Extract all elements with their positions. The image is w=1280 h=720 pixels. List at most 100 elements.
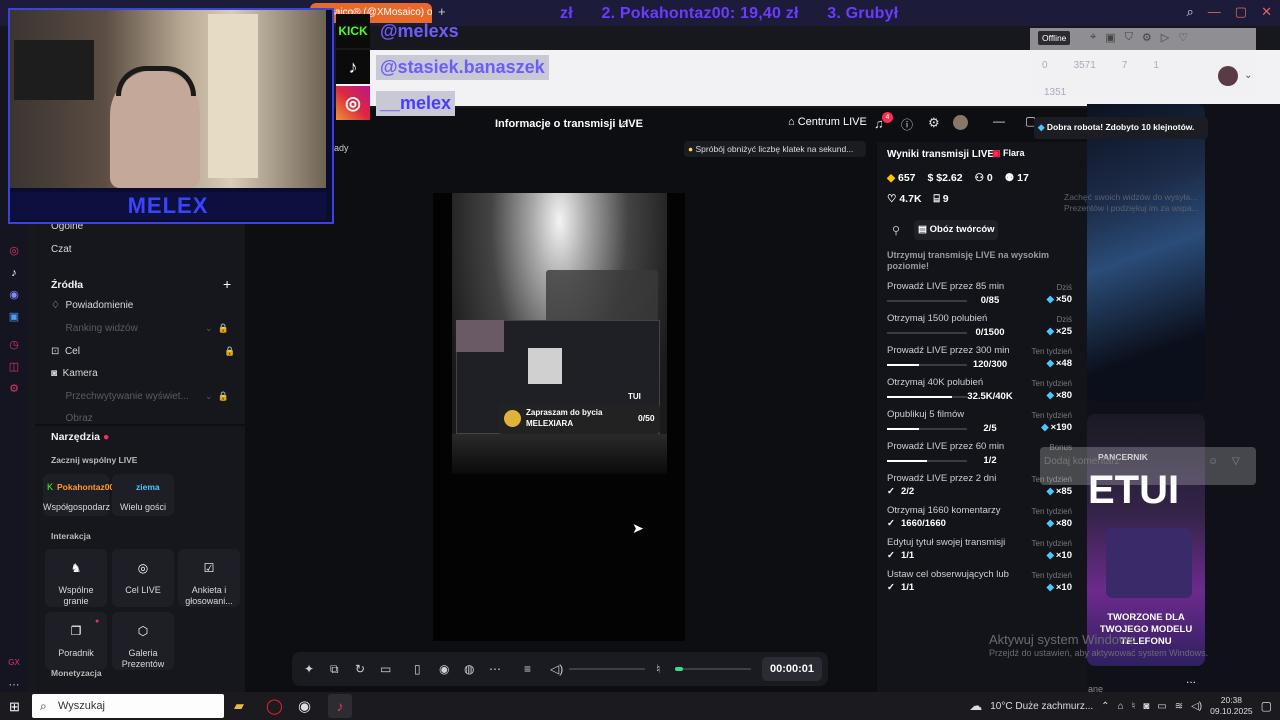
profile-add-icon[interactable]: ⚲ — [892, 224, 900, 237]
weather-text[interactable]: 10°C Duże zachmurz... — [990, 701, 1093, 712]
live-goal-button[interactable]: ◎ Cel LIVE — [112, 549, 174, 607]
task-progress: 32.5K/40K — [967, 391, 1013, 402]
share-icon[interactable]: ⇗ — [618, 117, 628, 131]
notifications-icon[interactable]: ▢ — [1261, 699, 1272, 713]
kick-icon: K — [47, 482, 54, 492]
lock-icon: ⌄ 🔒 — [205, 391, 229, 401]
preview-goal-card: Zapraszam do bycia MELEXIARA 0/50 — [498, 404, 660, 434]
record-icon[interactable]: ◉ — [439, 662, 449, 676]
settings-icon[interactable]: ⚙ — [7, 382, 21, 396]
tiktok-studio-taskbar-icon[interactable]: ♪ — [328, 694, 352, 718]
monitor-icon[interactable]: ▭ — [1157, 701, 1166, 712]
more-icon[interactable]: ⋯ — [7, 678, 21, 692]
tiktok-icon[interactable]: ♪ — [7, 266, 21, 280]
instagram-icon[interactable]: ◎ — [7, 244, 21, 258]
discord-icon[interactable]: ◉ — [7, 288, 21, 302]
mic-slider[interactable] — [675, 667, 751, 671]
source-item[interactable]: ♢ Powiadomienie — [51, 300, 133, 311]
add-source-icon[interactable]: + — [223, 276, 231, 292]
volume-icon[interactable]: ◁) — [1191, 701, 1202, 712]
microphone-icon[interactable]: ♮ — [1132, 701, 1136, 712]
effects-icon[interactable]: ✦ — [304, 662, 314, 676]
task-progress: 1/2 — [983, 455, 997, 466]
target-icon: ⊡ — [51, 346, 60, 357]
history-icon[interactable]: ◷ — [7, 338, 21, 352]
search-icon[interactable]: ⌕ — [1187, 4, 1194, 20]
chevron-down-icon[interactable]: ⌄ — [1244, 70, 1252, 81]
clock-time: 20:38 — [1220, 695, 1243, 705]
guide-button[interactable]: ❐ ● Poradnik — [45, 612, 107, 670]
creator-camp-button[interactable]: ▤ Obóz twórców — [914, 220, 998, 240]
more-icon[interactable]: ⋯ — [489, 662, 501, 676]
source-item[interactable]: ♢ Przechwytywanie wyświet... — [51, 391, 189, 402]
windows-start-icon[interactable]: ⊞ — [9, 699, 20, 715]
maximize-icon[interactable]: ▢ — [1235, 4, 1247, 20]
network-icon[interactable]: ⌂ — [1118, 701, 1124, 712]
heart-icon[interactable]: ♡ — [1178, 31, 1188, 44]
source-item[interactable]: ⊡ Cel — [51, 346, 80, 357]
kick-handle: @melexs — [380, 20, 459, 41]
multi-guest-button[interactable]: ziema Wielu gości — [112, 474, 174, 516]
send-icon[interactable]: ▽ — [1232, 456, 1240, 467]
check-icon: ✓ — [887, 518, 895, 529]
settings-icon[interactable]: ⚙ — [928, 115, 940, 131]
stat-likes: ♡ 4.7K — [887, 193, 922, 205]
task-reward-value: ×190 — [1050, 422, 1072, 433]
clock[interactable]: 20:38 09.10.2025 — [1210, 695, 1253, 717]
gem-icon: ◆ — [1041, 422, 1049, 433]
app-icon[interactable]: ▣ — [7, 310, 21, 324]
mixer-icon[interactable]: ≡ — [524, 662, 531, 676]
taskbar-search[interactable]: Wyszukaj — [32, 694, 224, 718]
volume-icon[interactable]: ◁) — [550, 662, 563, 676]
tab-icon[interactable]: ▣ — [1105, 31, 1115, 44]
box-icon[interactable]: ◫ — [7, 360, 21, 374]
obs-icon[interactable]: ◉ — [298, 697, 311, 715]
activate-windows-subtitle: Przejdź do ustawień, aby aktywować syste… — [989, 648, 1209, 658]
source-label: Cel — [64, 346, 80, 357]
flare-badge[interactable]: ▣ Flara — [989, 147, 1028, 161]
source-item[interactable]: ◙ Kamera — [51, 368, 98, 379]
sidebar-item-chat[interactable]: Czat — [51, 244, 72, 255]
minimize-icon[interactable]: — — [993, 114, 1005, 128]
phone-icon[interactable]: ▯ — [414, 662, 421, 676]
camera-flip-icon[interactable]: ◍ — [464, 662, 474, 676]
wifi-icon[interactable]: ≋ — [1175, 701, 1183, 712]
volume-slider[interactable] — [569, 668, 645, 670]
chevron-up-icon[interactable]: ⌃ — [1101, 701, 1109, 712]
joint-play-button[interactable]: ♞ Wspólne granie — [45, 549, 107, 607]
task-progress-bar — [887, 396, 967, 398]
shield-icon[interactable]: ⛉ — [1125, 31, 1133, 44]
emoji-icon[interactable]: ☺ — [1208, 456, 1218, 467]
more-icon[interactable]: ... — [1186, 672, 1196, 686]
play-icon[interactable]: ▷ — [1161, 31, 1169, 44]
live-center-button[interactable]: ⌂ Centrum LIVE — [788, 116, 867, 128]
source-item[interactable]: ♢ Ranking widzów — [51, 323, 138, 334]
layout-icon[interactable]: ⧉ — [330, 662, 339, 677]
task-reward: ◆ ×80 — [1030, 390, 1072, 401]
offline-badge: Offline — [1038, 31, 1071, 45]
gx-icon[interactable]: GX — [7, 656, 21, 670]
close-icon[interactable]: ✕ — [1261, 4, 1272, 20]
replay-icon[interactable]: ↻ — [355, 662, 365, 676]
gift-gallery-button[interactable]: ⬡ Galeria Prezentów — [112, 612, 174, 670]
gear-icon[interactable]: ⚙ — [1142, 31, 1152, 44]
task-progress-fill — [887, 428, 919, 430]
donation-ticker: zł 2. Pokahontaz00: 19,40 zł 3. Grubył — [560, 5, 922, 23]
pin-icon[interactable]: ⌖ — [1090, 31, 1096, 44]
microphone-icon[interactable]: ♮ — [656, 662, 660, 676]
source-item[interactable]: ♢ Obraz — [51, 413, 93, 423]
help-icon[interactable]: ⓘ — [901, 116, 913, 133]
faded-stats: 0 3571 7 1 — [1042, 60, 1159, 71]
opera-icon[interactable]: ◯ — [266, 697, 283, 715]
avatar[interactable] — [953, 115, 968, 130]
poll-button[interactable]: ☑ Ankieta i głosowani... — [178, 549, 240, 607]
cohost-button[interactable]: K Pokahontaz00 Współgospodarz — [43, 474, 114, 516]
clip-icon[interactable]: ▭ — [380, 662, 391, 676]
avatar[interactable] — [1218, 66, 1238, 86]
task-reward-value: ×50 — [1055, 294, 1072, 305]
task-progress: 2/5 — [983, 423, 997, 434]
minimize-icon[interactable]: — — [1208, 4, 1221, 20]
keep-heading: Utrzymuj transmisję LIVE na wysokim pozi… — [887, 250, 1050, 271]
file-explorer-icon[interactable]: ▰ — [234, 698, 244, 714]
camera-icon[interactable]: ◙ — [1143, 701, 1149, 712]
